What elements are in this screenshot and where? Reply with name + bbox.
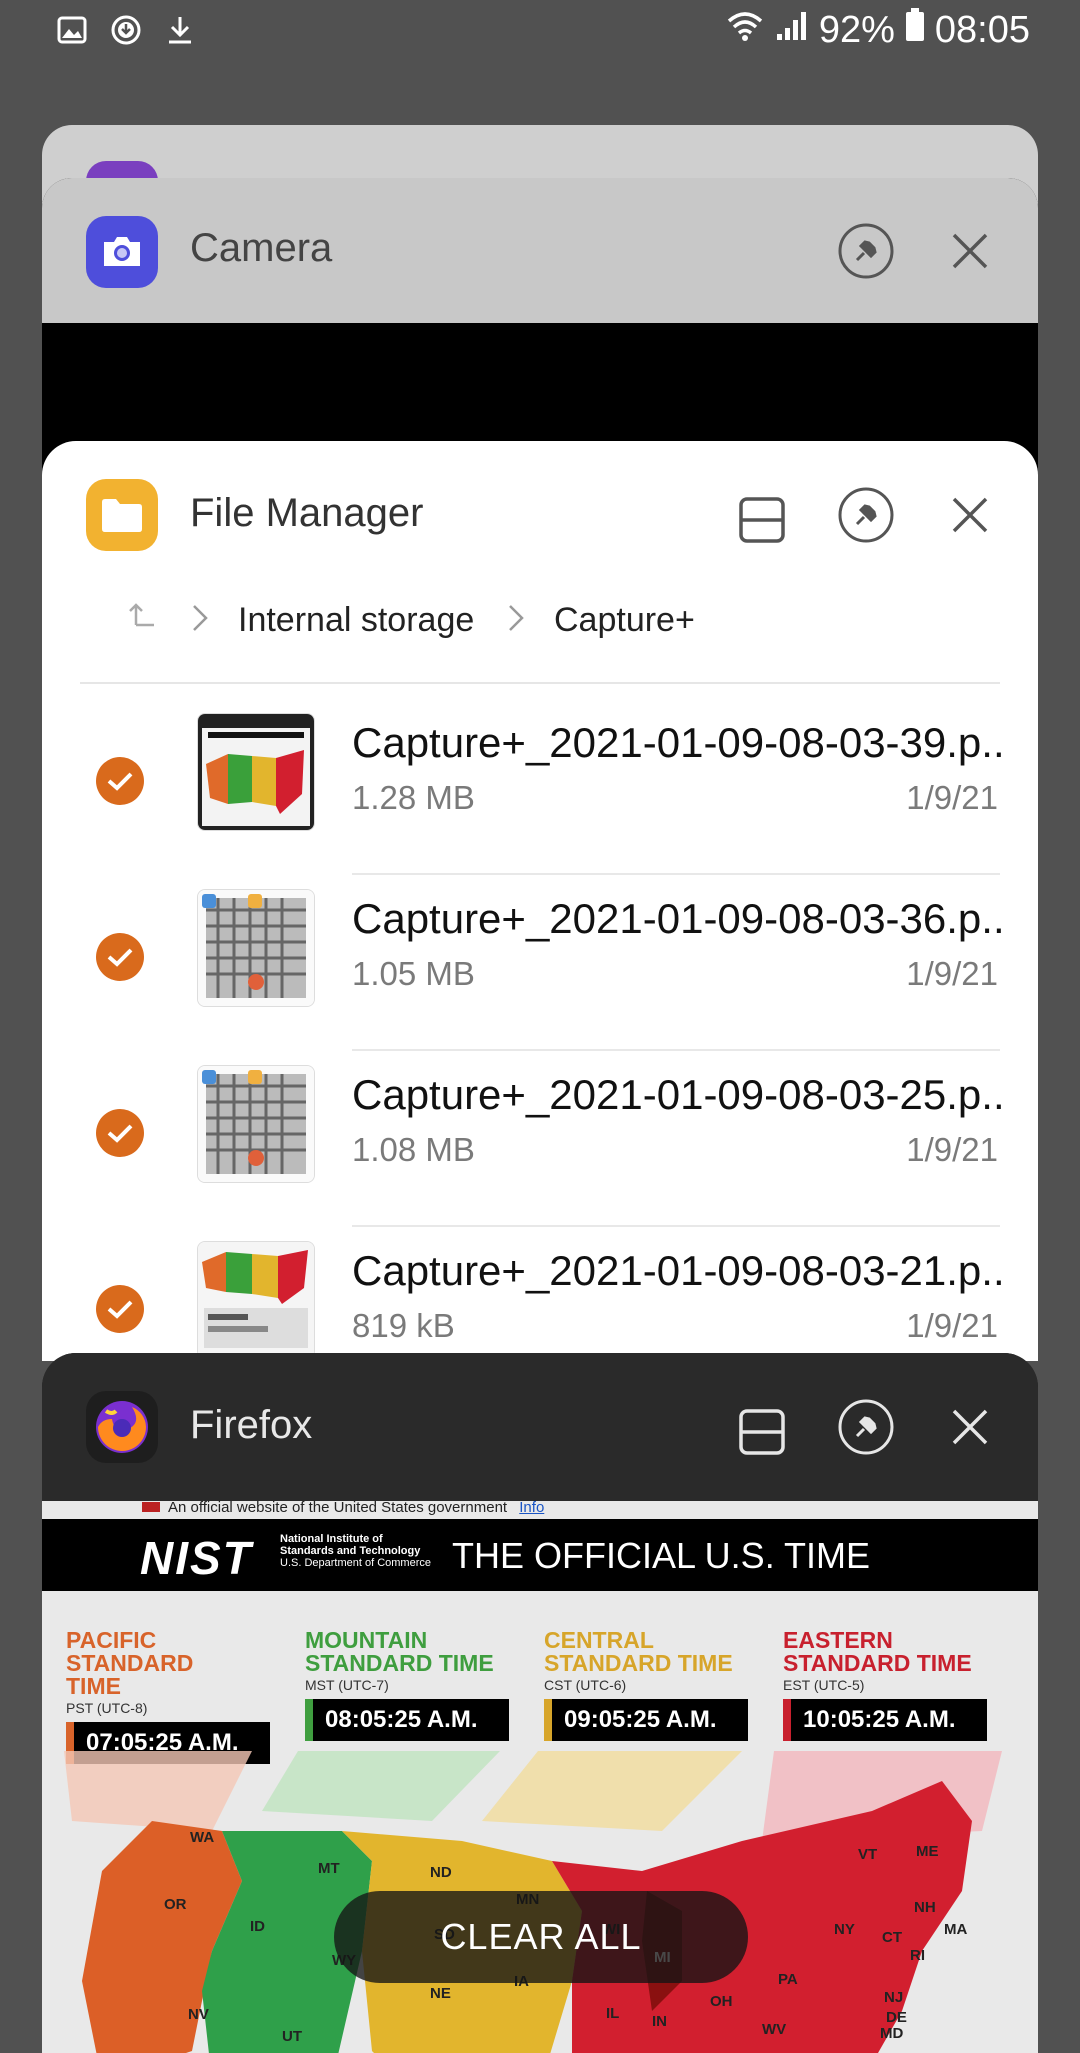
time-zone-eastern: EASTERN STANDARD TIME EST (UTC-5) 10:05:… <box>783 1629 1003 1741</box>
chevron-right-icon <box>190 603 210 642</box>
pin-icon <box>838 487 894 543</box>
recent-app-card-camera[interactable]: Camera <box>42 178 1038 478</box>
split-screen-button[interactable] <box>733 1403 791 1461</box>
image-icon <box>56 14 88 46</box>
firefox-app-icon <box>86 1391 158 1463</box>
nist-logo-subtext: National Institute of Standards and Tech… <box>280 1533 431 1569</box>
breadcrumb-item-capture[interactable]: Capture+ <box>554 601 695 640</box>
time-zone-mountain: MOUNTAIN STANDARD TIME MST (UTC-7) 08:05… <box>305 1629 525 1741</box>
gov-banner-info-link[interactable]: Info <box>519 1501 544 1516</box>
pin-button[interactable] <box>837 486 895 544</box>
status-bar: 92% 08:05 <box>0 0 1080 64</box>
nist-header: NIST National Institute of Standards and… <box>42 1519 1038 1591</box>
camera-app-icon <box>86 216 158 288</box>
pin-icon <box>838 223 894 279</box>
up-arrow-icon[interactable] <box>128 599 158 638</box>
split-screen-icon <box>739 497 785 543</box>
file-size: 1.28 MB <box>352 779 475 816</box>
camera-card-header: Camera <box>42 178 1038 323</box>
file-thumbnail <box>197 713 315 831</box>
file-date: 1/9/21 <box>906 779 998 816</box>
battery-icon <box>905 8 925 52</box>
checked-checkbox[interactable] <box>96 757 144 805</box>
time-zone-pacific: PACIFIC STANDARD TIME PST (UTC-8) 07:05:… <box>66 1629 286 1764</box>
clock: 08:05 <box>934 8 1030 51</box>
notification-icons <box>56 14 196 46</box>
signal-icon <box>775 9 809 52</box>
pin-button[interactable] <box>837 222 895 280</box>
file-date: 1/9/21 <box>906 1131 998 1168</box>
firefox-card-header: Firefox <box>42 1353 1038 1501</box>
clear-all-button[interactable]: CLEAR ALL <box>334 1891 748 1983</box>
divider <box>80 682 1000 684</box>
system-indicators: 92% 08:05 <box>725 8 1030 52</box>
close-icon <box>952 233 988 269</box>
file-name: Capture+_2021-01-09-08-03-25.p.. <box>352 1071 1005 1118</box>
file-thumbnail <box>197 1241 315 1359</box>
close-button[interactable] <box>941 1398 999 1456</box>
file-date: 1/9/21 <box>906 955 998 992</box>
download-icon <box>164 14 196 46</box>
pin-button[interactable] <box>837 1398 895 1456</box>
file-thumbnail <box>197 889 315 1007</box>
file-name: Capture+_2021-01-09-08-03-36.p.. <box>352 895 1005 942</box>
file-name: Capture+_2021-01-09-08-03-21.p.. <box>352 1247 1005 1294</box>
wifi-icon <box>725 9 765 52</box>
firefox-app-title: Firefox <box>190 1403 313 1447</box>
page-headline: THE OFFICIAL U.S. TIME <box>452 1535 871 1576</box>
file-row[interactable]: Capture+_2021-01-09-08-03-36.p.. 1.05 MB… <box>42 875 1038 1051</box>
pin-icon <box>838 1399 894 1455</box>
file-size: 1.08 MB <box>352 1131 475 1168</box>
file-manager-app-title: File Manager <box>190 491 424 535</box>
file-row[interactable]: Capture+_2021-01-09-08-03-25.p.. 1.08 MB… <box>42 1051 1038 1227</box>
checked-checkbox[interactable] <box>96 1109 144 1157</box>
camera-app-title: Camera <box>190 226 333 270</box>
time-zone-central: CENTRAL STANDARD TIME CST (UTC-6) 09:05:… <box>544 1629 764 1741</box>
file-row[interactable]: Capture+_2021-01-09-08-03-39.p.. 1.28 MB… <box>42 699 1038 875</box>
chevron-right-icon <box>506 603 526 642</box>
breadcrumb-item-internal-storage[interactable]: Internal storage <box>238 601 474 640</box>
file-name: Capture+_2021-01-09-08-03-39.p.. <box>352 719 1005 766</box>
file-row[interactable]: Capture+_2021-01-09-08-03-21.p.. 819 kB … <box>42 1227 1038 1361</box>
close-icon <box>952 497 988 533</box>
battery-percent: 92% <box>818 8 895 51</box>
gov-banner: An official website of the United States… <box>142 1501 544 1516</box>
download-circle-icon <box>110 14 142 46</box>
checked-checkbox[interactable] <box>96 1285 144 1333</box>
close-button[interactable] <box>941 486 999 544</box>
breadcrumb: Internal storage Capture+ <box>84 589 994 653</box>
nist-logo: NIST <box>140 1532 253 1584</box>
file-size: 1.05 MB <box>352 955 475 992</box>
file-size: 819 kB <box>352 1307 455 1344</box>
file-date: 1/9/21 <box>906 1307 998 1344</box>
file-thumbnail <box>197 1065 315 1183</box>
recent-app-card-file-manager[interactable]: File Manager Internal storage Capture+ C… <box>42 441 1038 1361</box>
file-manager-app-icon <box>86 479 158 551</box>
split-screen-button[interactable] <box>733 491 791 549</box>
split-screen-icon <box>739 1409 785 1455</box>
close-button[interactable] <box>941 222 999 280</box>
close-icon <box>952 1409 988 1445</box>
us-flag-icon <box>142 1502 160 1512</box>
checked-checkbox[interactable] <box>96 933 144 981</box>
